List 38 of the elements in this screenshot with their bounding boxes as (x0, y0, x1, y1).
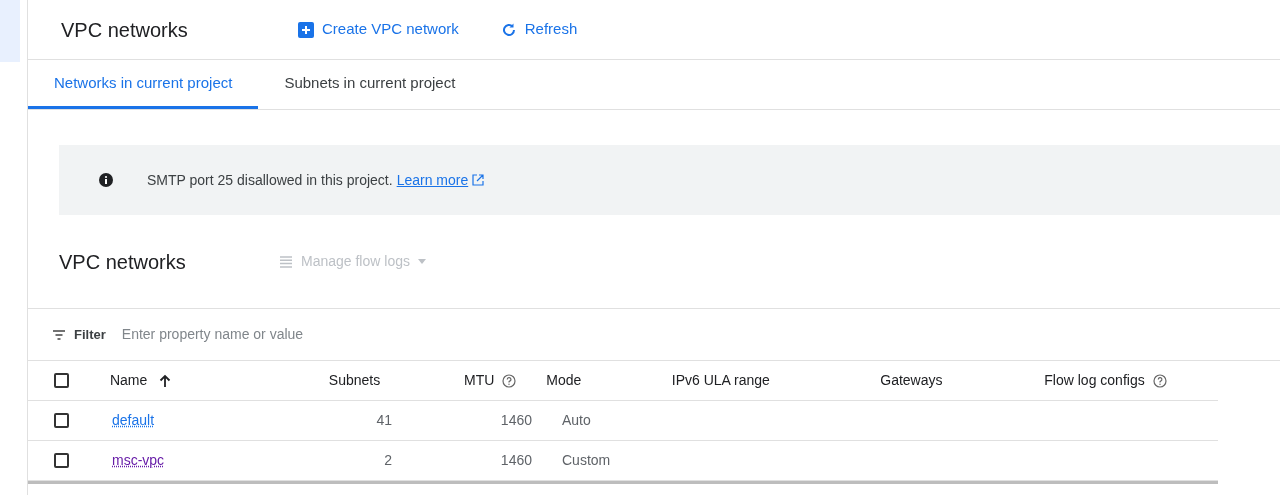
sort-arrow-icon[interactable] (159, 373, 172, 388)
checkbox[interactable] (54, 373, 69, 388)
external-link-icon (472, 174, 485, 186)
checkbox[interactable] (54, 413, 69, 428)
column-header: IPv6 ULA range (671, 371, 770, 390)
checkbox[interactable] (54, 453, 69, 468)
section-title: VPC networks (59, 249, 187, 275)
column-header: Name (109, 371, 148, 390)
refresh-icon (500, 21, 517, 38)
column-header: Gateways (880, 371, 943, 390)
help-icon[interactable] (502, 373, 517, 388)
filter-label: Filter (74, 325, 106, 344)
table-cell-text: 1460 (500, 451, 532, 470)
column-header: Subnets (328, 371, 381, 390)
page-title: VPC networks (61, 17, 189, 43)
table-cell-text: 2 (384, 451, 392, 470)
add-icon (298, 21, 314, 38)
help-icon[interactable] (1152, 373, 1167, 388)
create-button[interactable]: Create VPC network (298, 18, 459, 41)
info-icon (99, 173, 113, 187)
column-header: MTU (464, 371, 495, 390)
column-header: Mode (546, 371, 582, 390)
table-cell: Auto (562, 412, 591, 428)
tab[interactable]: Networks in current project (28, 60, 259, 109)
banner-text: SMTP port 25 disallowed in this project. (147, 170, 393, 190)
filter-icon (52, 328, 66, 341)
table-cell: Custom (562, 452, 611, 468)
refresh-button[interactable]: Refresh (500, 18, 578, 41)
learn-more-link[interactable]: Learn more (396, 169, 485, 191)
list-icon (279, 255, 293, 268)
table-cell-text: 1460 (500, 411, 532, 430)
table-cell-text: 41 (376, 411, 392, 430)
filter-field[interactable]: Enter property name or value (121, 324, 522, 345)
network-link[interactable]: default (112, 412, 155, 428)
tab[interactable]: Subnets in current project (258, 60, 482, 109)
column-header: Flow log configs (1044, 371, 1145, 390)
caret-icon (417, 259, 426, 264)
network-link[interactable]: msc-vpc (112, 452, 165, 468)
